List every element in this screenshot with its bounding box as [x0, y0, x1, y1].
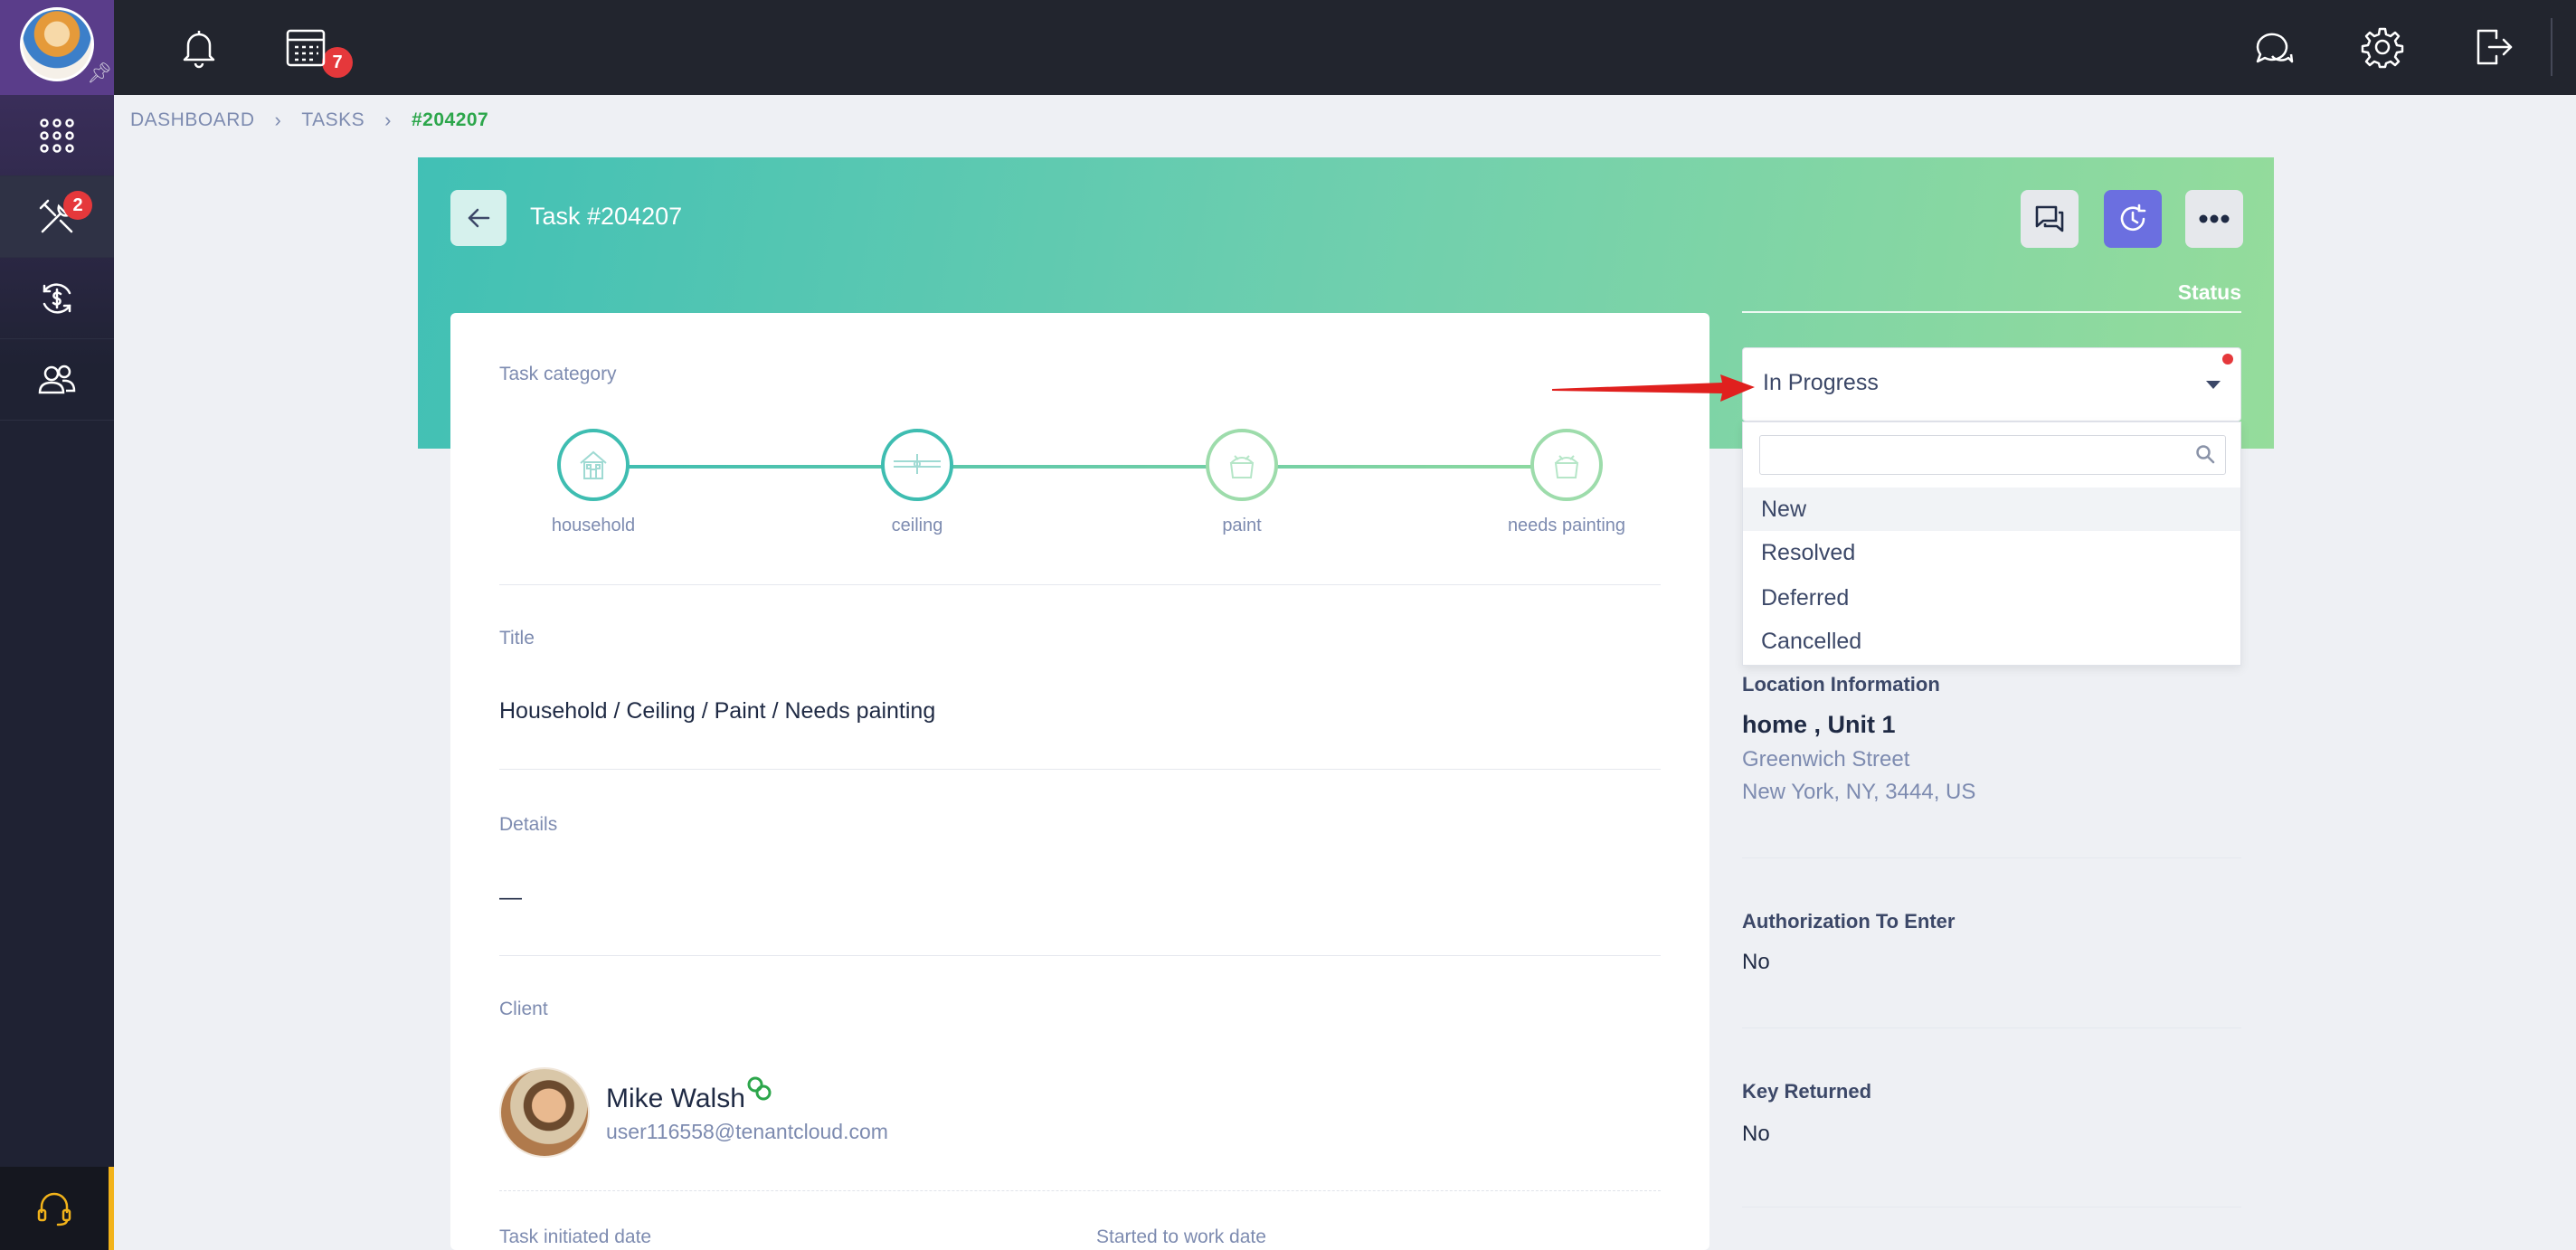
authorization-label: Authorization To Enter [1742, 910, 1956, 933]
sidebar-item-maintenance[interactable]: 2 [0, 176, 114, 258]
comments-icon [2035, 205, 2064, 232]
section-divider [499, 955, 1661, 956]
paint-bucket-icon [1554, 455, 1579, 478]
section-divider [1742, 857, 2241, 858]
more-horizontal-icon [2199, 214, 2230, 223]
category-step-paint: paint [1160, 429, 1323, 536]
required-dot [2222, 354, 2233, 365]
notifications-button[interactable] [172, 20, 226, 74]
paint-bucket-icon [1229, 455, 1255, 478]
key-returned-label: Key Returned [1742, 1080, 1872, 1103]
support-button[interactable] [0, 1167, 114, 1250]
category-step-label: paint [1222, 516, 1262, 535]
details-value: — [499, 885, 522, 910]
bell-icon [183, 31, 215, 69]
category-step-label: needs painting [1507, 516, 1626, 535]
chevron-right-icon: › [274, 109, 282, 131]
client-email[interactable]: user116558@tenantcloud.com [606, 1120, 888, 1144]
chat-icon [2256, 33, 2294, 63]
section-divider [499, 584, 1661, 585]
page-title: Task #204207 [530, 203, 683, 230]
breadcrumb-tasks[interactable]: TASKS [301, 109, 365, 131]
category-step-label: ceiling [891, 516, 943, 535]
history-button[interactable] [2104, 190, 2162, 248]
authorization-value: No [1742, 950, 1770, 974]
section-divider [1742, 1027, 2241, 1028]
calendar-button[interactable] [279, 20, 333, 74]
client-avatar[interactable] [499, 1067, 590, 1158]
status-select-value: In Progress [1763, 370, 1879, 395]
initiated-date-label: Task initiated date [499, 1226, 652, 1247]
topbar: 7 [114, 0, 2576, 95]
category-circle [1530, 429, 1603, 501]
maintenance-badge: 2 [63, 191, 92, 220]
back-button[interactable] [450, 190, 507, 246]
topbar-divider [2551, 18, 2552, 76]
calendar-icon [286, 29, 326, 67]
task-details-card: Task category household ceiling paint ne… [450, 313, 1709, 1250]
category-step-household: household [512, 429, 675, 536]
location-label: Location Information [1742, 673, 1940, 696]
location-street: Greenwich Street [1742, 747, 1910, 772]
location-name[interactable]: home , Unit 1 [1742, 711, 1896, 739]
status-option-new[interactable]: New [1743, 488, 2240, 531]
arrow-left-icon [468, 208, 490, 228]
status-option-cancelled[interactable]: Cancelled [1743, 620, 2240, 663]
status-divider [1742, 311, 2241, 313]
status-option-deferred[interactable]: Deferred [1743, 576, 2240, 620]
pin-icon[interactable]: 📌︎ [87, 62, 112, 85]
status-dropdown: New Resolved Deferred Cancelled [1742, 421, 2241, 666]
apps-grid-icon [40, 118, 74, 153]
location-city: New York, NY, 3444, US [1742, 780, 1976, 804]
sidebar: 📌︎ 2 [0, 0, 114, 1250]
started-date-label: Started to work date [1096, 1226, 1266, 1247]
status-label: Status [2177, 280, 2241, 304]
breadcrumb: DASHBOARD › TASKS › #204207 [130, 107, 488, 134]
contacts-icon [38, 365, 76, 393]
section-divider [499, 769, 1661, 770]
category-circle [557, 429, 630, 501]
key-returned-value: No [1742, 1122, 1770, 1146]
section-divider [499, 1190, 1661, 1191]
status-option-resolved[interactable]: Resolved [1743, 531, 2240, 574]
logout-button[interactable] [2466, 20, 2520, 74]
client-label: Client [499, 999, 548, 1019]
client-name[interactable]: Mike Walsh [606, 1084, 745, 1114]
category-step-ceiling: ceiling [836, 429, 999, 536]
sidebar-item-contacts[interactable] [0, 339, 114, 421]
house-icon [580, 450, 607, 479]
annotation-arrow-icon [1552, 374, 1755, 402]
user-avatar-area[interactable]: 📌︎ [0, 0, 114, 95]
avatar[interactable] [20, 7, 94, 81]
sidebar-item-apps[interactable] [0, 95, 114, 176]
category-step-needs-painting: needs painting [1485, 429, 1648, 536]
category-progress-line [599, 465, 1576, 469]
search-icon [2196, 445, 2215, 464]
category-circle [1206, 429, 1278, 501]
category-circle [881, 429, 953, 501]
title-value: Household / Ceiling / Paint / Needs pain… [499, 698, 936, 724]
status-select[interactable]: In Progress [1742, 347, 2241, 421]
gear-icon [2361, 27, 2404, 69]
ceiling-icon [894, 454, 941, 474]
settings-button[interactable] [2355, 20, 2410, 74]
sidebar-item-payments[interactable] [0, 258, 114, 339]
details-label: Details [499, 814, 558, 835]
category-step-label: household [551, 516, 636, 535]
breadcrumb-dashboard[interactable]: DASHBOARD [130, 109, 255, 131]
logout-icon [2477, 29, 2513, 65]
chevron-right-icon: › [384, 109, 392, 131]
caret-down-icon [2206, 381, 2221, 389]
messages-button[interactable] [2247, 20, 2301, 74]
history-icon [2120, 204, 2146, 232]
comments-button[interactable] [2021, 190, 2079, 248]
title-label: Title [499, 628, 535, 649]
breadcrumb-current: #204207 [411, 109, 489, 130]
headset-icon [37, 1192, 71, 1226]
payments-icon [43, 282, 71, 314]
link-icon [747, 1076, 772, 1101]
status-search-input[interactable] [1759, 435, 2226, 475]
more-options-button[interactable] [2185, 190, 2243, 248]
task-category-label: Task category [499, 364, 617, 384]
